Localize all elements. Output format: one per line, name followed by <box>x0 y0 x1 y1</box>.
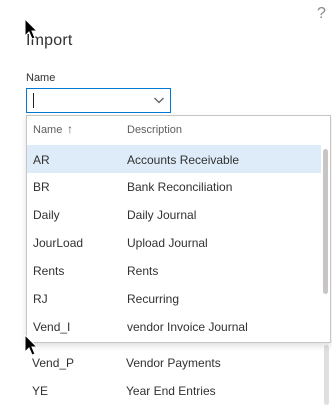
dropdown-row-br[interactable]: BR Bank Reconciliation <box>27 173 321 201</box>
import-dialog: ? Import Name Vend_P Vendor Payments YE … <box>0 0 332 419</box>
row-name: Rents <box>33 264 65 278</box>
mouse-pointer-icon <box>24 334 38 356</box>
chevron-down-icon[interactable] <box>153 94 165 106</box>
row-description: Daily Journal <box>127 208 197 222</box>
row-description: Year End Entries <box>126 384 216 398</box>
dropdown-row-daily[interactable]: Daily Daily Journal <box>27 201 321 229</box>
dropdown-row-jourload[interactable]: JourLoad Upload Journal <box>27 229 321 257</box>
list-item[interactable]: YE Year End Entries <box>26 377 326 405</box>
row-name: RJ <box>33 292 48 306</box>
row-description: Rents <box>127 264 159 278</box>
dropdown-row-ar[interactable]: AR Accounts Receivable <box>27 145 321 173</box>
question-mark-icon[interactable]: ? <box>317 5 326 23</box>
row-name: AR <box>33 153 50 167</box>
row-name: YE <box>32 384 49 398</box>
row-name: Vend_P <box>32 356 75 370</box>
row-description: Recurring <box>127 292 180 306</box>
dropdown-row-rj[interactable]: RJ Recurring <box>27 285 321 313</box>
row-description: Accounts Receivable <box>127 153 240 167</box>
name-combobox[interactable] <box>26 88 171 113</box>
dropdown-scrollbar-thumb[interactable] <box>323 149 328 294</box>
row-name: JourLoad <box>33 236 84 250</box>
name-field-label: Name <box>26 72 56 84</box>
text-caret <box>33 93 34 108</box>
dropdown-header: Name ↑ Description <box>27 116 317 144</box>
row-description: vendor Invoice Journal <box>127 320 248 334</box>
row-name: Daily <box>33 208 60 222</box>
list-item[interactable]: Vend_P Vendor Payments <box>26 349 326 377</box>
row-description: Upload Journal <box>127 236 208 250</box>
row-name: BR <box>33 180 50 194</box>
row-description: Bank Reconciliation <box>127 180 233 194</box>
row-description: Vendor Payments <box>126 356 221 370</box>
mouse-pointer-icon <box>24 18 38 40</box>
column-header-description[interactable]: Description <box>127 124 182 136</box>
name-dropdown-list: Name ↑ Description AR Accounts Receivabl… <box>26 115 331 343</box>
row-name: Vend_I <box>33 320 71 334</box>
column-header-name[interactable]: Name <box>33 124 62 136</box>
dropdown-row-vend-i[interactable]: Vend_I vendor Invoice Journal <box>27 313 321 341</box>
sort-ascending-icon[interactable]: ↑ <box>67 122 73 136</box>
background-scrollbar[interactable] <box>324 345 329 405</box>
dropdown-row-rents[interactable]: Rents Rents <box>27 257 321 285</box>
